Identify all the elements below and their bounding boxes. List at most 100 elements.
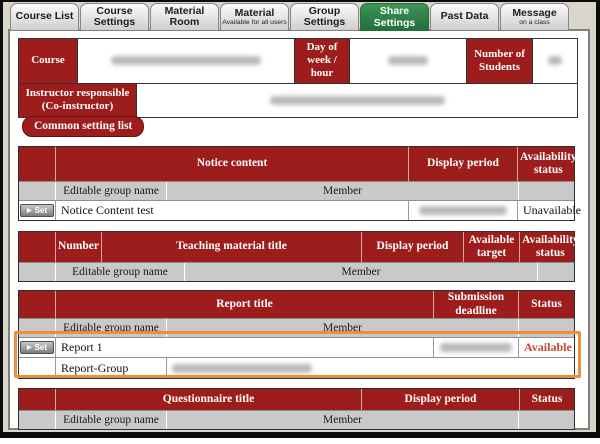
- report-group-row: Report-Group: [19, 357, 574, 378]
- questionnaire-title-header: Questionnaire title: [55, 389, 361, 410]
- tab-sublabel: on a class: [519, 19, 550, 26]
- editable-group-name-header: Editable group name: [55, 319, 166, 337]
- member-header: Member: [184, 263, 537, 281]
- redacted-text: [419, 206, 507, 215]
- notice-content-header: Notice content: [55, 147, 408, 181]
- submission-deadline-header: Submission deadline: [433, 291, 518, 318]
- member-header: Member: [166, 319, 518, 337]
- tab-label: Material: [235, 8, 275, 19]
- common-setting-list-button[interactable]: Common setting list: [22, 116, 144, 137]
- day-of-week-value: [349, 39, 466, 83]
- empty-header-cell: [19, 147, 55, 181]
- member-header: Member: [166, 182, 518, 200]
- notice-table: Notice content Display period Availabili…: [18, 146, 575, 221]
- notice-data-row: ▶Set Notice Content test Unavailable: [19, 200, 574, 220]
- set-button-label: Set: [35, 343, 47, 352]
- questionnaire-table: Questionnaire title Display period Statu…: [18, 388, 575, 430]
- share-settings-page: Course List Course Settings Material Roo…: [0, 0, 600, 444]
- editable-group-name-header: Editable group name: [55, 411, 166, 429]
- editable-group-name-header: Editable group name: [55, 263, 184, 281]
- redacted-text: [172, 364, 312, 373]
- redacted-text: [548, 56, 562, 65]
- tab-message[interactable]: Message on a class: [500, 3, 569, 30]
- tab-label: Group Settings: [291, 6, 358, 28]
- available-target-header: Available target: [463, 232, 519, 262]
- display-period-header: Display period: [408, 147, 517, 181]
- tab-label: Past Data: [441, 11, 489, 22]
- report-title-cell: Report 1: [55, 338, 433, 357]
- redacted-text: [440, 343, 512, 352]
- report-title-header: Report title: [55, 291, 433, 318]
- redacted-text: [388, 56, 428, 65]
- report-table: Report title Submission deadline Status …: [18, 290, 575, 379]
- notice-title-cell: Notice Content test: [55, 201, 408, 220]
- course-label: Course: [19, 39, 77, 83]
- material-subheader-row: Editable group name Member: [19, 262, 574, 281]
- report-group-member-cell: [166, 358, 574, 378]
- display-period-header: Display period: [361, 232, 463, 262]
- empty-cell: [19, 319, 55, 337]
- empty-cell: [19, 182, 55, 200]
- redacted-text: [111, 56, 261, 65]
- students-label: Number of Students: [466, 39, 532, 83]
- tab-label: Message: [512, 8, 556, 19]
- tab-label: Material Room: [151, 6, 218, 28]
- set-button-label: Set: [35, 206, 47, 215]
- empty-header-cell: [19, 232, 55, 262]
- tab-material[interactable]: Material Available for all users: [220, 3, 289, 30]
- empty-cell: [518, 319, 574, 337]
- empty-header-cell: [19, 291, 55, 318]
- empty-cell: [518, 411, 574, 429]
- redacted-text: [270, 96, 445, 105]
- report-deadline-cell: [433, 338, 518, 357]
- empty-cell: [19, 358, 55, 378]
- questionnaire-header-row: Questionnaire title Display period Statu…: [19, 389, 574, 410]
- instructor-label: Instructor responsible (Co-instructor): [19, 84, 136, 117]
- report-group-name-cell: Report-Group: [55, 358, 166, 378]
- tab-material-room[interactable]: Material Room: [150, 3, 219, 30]
- tab-label: Course Settings: [81, 6, 148, 28]
- set-cell: ▶Set: [19, 201, 55, 220]
- tab-share-settings[interactable]: Share Settings: [360, 3, 429, 31]
- tab-sublabel: Available for all users: [222, 19, 286, 26]
- member-header: Member: [166, 411, 518, 429]
- empty-cell: [19, 263, 55, 281]
- course-value: [77, 39, 294, 83]
- course-info-table: Course Day of week / hour Number of Stud…: [18, 38, 578, 118]
- empty-cell: [19, 411, 55, 429]
- empty-cell: [537, 263, 574, 281]
- availability-status-header: Availability status: [519, 232, 581, 262]
- report-set-button[interactable]: ▶Set: [20, 341, 54, 354]
- tab-course-settings[interactable]: Course Settings: [80, 3, 149, 30]
- report-status-cell: Available: [518, 338, 577, 357]
- course-info-row-2: Instructor responsible (Co-instructor): [19, 83, 577, 117]
- tab-group-settings[interactable]: Group Settings: [290, 3, 359, 30]
- editable-group-name-header: Editable group name: [55, 182, 166, 200]
- report-subheader-row: Editable group name Member: [19, 318, 574, 337]
- report-header-row: Report title Submission deadline Status: [19, 291, 574, 318]
- notice-period-cell: [408, 201, 517, 220]
- report-data-row: ▶Set Report 1 Available: [19, 337, 574, 357]
- empty-cell: [518, 182, 574, 200]
- material-title-header: Teaching material title: [101, 232, 361, 262]
- notice-header-row: Notice content Display period Availabili…: [19, 147, 574, 181]
- tab-label: Share Settings: [361, 6, 428, 28]
- questionnaire-subheader-row: Editable group name Member: [19, 410, 574, 429]
- number-header: Number: [55, 232, 101, 262]
- material-header-row: Number Teaching material title Display p…: [19, 232, 574, 262]
- play-icon: ▶: [27, 345, 32, 351]
- empty-header-cell: [19, 389, 55, 410]
- status-header: Status: [519, 389, 574, 410]
- status-header: Status: [518, 291, 574, 318]
- notice-status-cell: Unavailable: [517, 201, 586, 220]
- availability-status-header: Availability status: [517, 147, 579, 181]
- notice-set-button[interactable]: ▶Set: [20, 204, 54, 217]
- play-icon: ▶: [27, 208, 32, 214]
- day-of-week-label: Day of week / hour: [294, 39, 349, 83]
- tab-past-data[interactable]: Past Data: [430, 3, 499, 30]
- set-cell: ▶Set: [19, 338, 55, 357]
- tab-label: Course List: [16, 11, 74, 22]
- tab-course-list[interactable]: Course List: [10, 3, 79, 30]
- course-info-row-1: Course Day of week / hour Number of Stud…: [19, 39, 577, 83]
- notice-subheader-row: Editable group name Member: [19, 181, 574, 200]
